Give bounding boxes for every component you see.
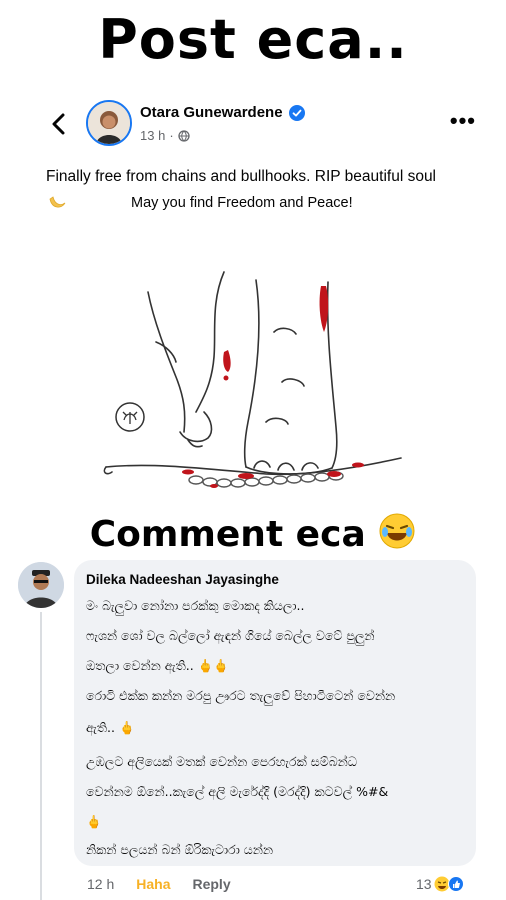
post-header: Otara Gunewardene 13 h · ••• xyxy=(0,98,506,154)
post-caption-line-2: May you find Freedom and Peace! xyxy=(46,193,496,213)
bottom-banner: Comment eca xyxy=(0,512,506,555)
middle-finger-emoji-icon: 🖕🖕 xyxy=(197,658,229,673)
bottom-banner-text: Comment eca xyxy=(89,514,366,555)
comment-line-4: රොටි එක්ක කන්න මරපු ඌරට තැලුවේ පිහාටීටෙන… xyxy=(86,688,396,703)
reply-button[interactable]: Reply xyxy=(192,876,230,892)
comment-bubble: Dileka Nadeeshan Jayasinghe මං බැලුවා නෝ… xyxy=(74,560,476,866)
comment-actions: 12 h Haha Reply xyxy=(87,876,231,892)
middle-finger-emoji-icon: 🖕 xyxy=(118,720,135,735)
top-banner-text: Post eca.. xyxy=(98,8,408,71)
middle-finger-emoji-icon: 🖕 xyxy=(86,814,102,829)
comment-line-2: ෆැශන් ශෝ වල බල්ලෝ ඇඳන් ගියේ බෙල්ල වටේ පු… xyxy=(86,628,375,643)
reaction-summary[interactable]: 13 xyxy=(416,876,464,892)
commenter-avatar[interactable] xyxy=(18,562,64,608)
like-reaction-icon xyxy=(447,876,464,892)
crescent-moon-icon xyxy=(49,196,66,208)
laughing-emoji-icon xyxy=(379,513,415,549)
elephant-legs-illustration xyxy=(103,271,402,488)
post-caption-line-1: Finally free from chains and bullhooks. … xyxy=(46,168,437,185)
reaction-count: 13 xyxy=(416,876,432,892)
comment-line-8: 🖕 xyxy=(86,814,102,830)
haha-reaction-button[interactable]: Haha xyxy=(136,876,170,892)
public-globe-icon xyxy=(178,129,190,142)
comment-thread-line xyxy=(40,612,42,900)
commenter-name[interactable]: Dileka Nadeeshan Jayasinghe xyxy=(86,572,279,587)
comment-line-7: වෙන්නම ඕනේ..කැලේ අලි මැරේද්දි (මරද්දි) ක… xyxy=(86,784,389,799)
comment-line-5: ඇති.. 🖕 xyxy=(86,720,135,735)
emblem-logo-icon xyxy=(115,402,145,432)
author-name[interactable]: Otara Gunewardene xyxy=(140,104,283,121)
comment-line-1: මං බැලුවා නෝනා පරක්කු මොකද කියලා.. xyxy=(86,598,305,613)
post-time[interactable]: 13 h xyxy=(140,128,165,143)
verified-badge-icon xyxy=(288,104,305,121)
caption-second-line-text: May you find Freedom and Peace! xyxy=(131,195,353,211)
comment-line-9: නිකන් පලයන් බන් ඕරිකැටාරා යන්න xyxy=(86,842,274,857)
chevron-left-icon[interactable] xyxy=(46,110,74,138)
comment-time[interactable]: 12 h xyxy=(87,876,114,892)
author-avatar[interactable] xyxy=(86,100,132,146)
comment-line-3: ඔතලා වෙන්න ඇති.. 🖕🖕 xyxy=(86,658,229,673)
comment-line-6: උඹලට අලියෙක් මතක් වෙන්න පෙරහැරක් සම්බන්ධ xyxy=(86,754,358,769)
more-options-button[interactable]: ••• xyxy=(450,108,476,134)
